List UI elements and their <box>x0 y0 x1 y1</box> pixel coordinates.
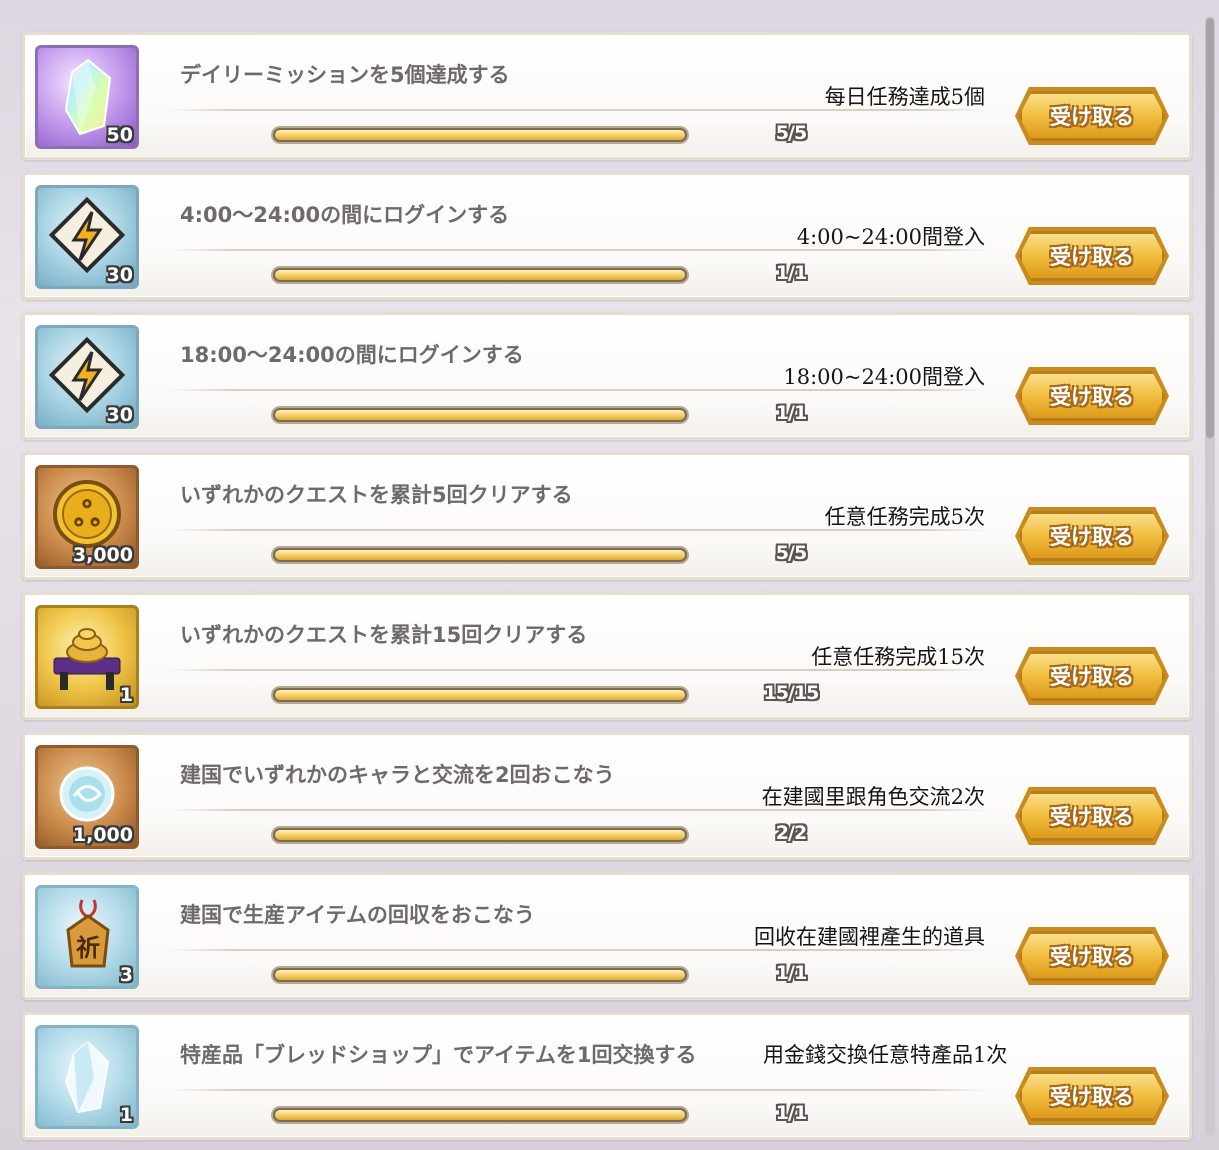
mission-row: 30 18:00〜24:00の間にログインする 18:00~24:00間登入 1… <box>22 312 1192 440</box>
mission-row: ஃ 3,000 いずれかのクエストを累計5回クリアする 任意任務完成5次 5/5… <box>22 452 1192 580</box>
mission-title: 4:00〜24:00の間にログインする <box>180 203 510 227</box>
mission-row: 1,000 建国でいずれかのキャラと交流を2回おこなう 在建國里跟角色交流2次 … <box>22 732 1192 860</box>
mission-title: いずれかのクエストを累計15回クリアする <box>180 623 588 647</box>
progress-bar-fill <box>275 410 685 420</box>
claim-button[interactable]: 受け取る <box>1019 931 1165 981</box>
svg-text:祈: 祈 <box>76 933 100 962</box>
mission-translation: 18:00~24:00間登入 <box>783 365 985 389</box>
mission-row: 祈 3 建国で生産アイテムの回収をおこなう 回收在建國裡產生的道具 1/1 受け… <box>22 872 1192 1000</box>
progress-bar-fill <box>275 550 685 560</box>
svg-text:ஃ: ஃ <box>74 495 101 535</box>
claim-button[interactable]: 受け取る <box>1019 511 1165 561</box>
mission-title: 建国でいずれかのキャラと交流を2回おこなう <box>180 763 615 787</box>
mission-row: 1 いずれかのクエストを累計15回クリアする 任意任務完成15次 15/15 受… <box>22 592 1192 720</box>
progress-bar <box>271 966 689 984</box>
reward-icon-frame: 30 <box>35 185 139 289</box>
progress-bar <box>271 546 689 564</box>
mission-translation: 4:00~24:00間登入 <box>796 225 985 249</box>
progress-count: 1/1 <box>775 962 807 984</box>
mission-title: 建国で生産アイテムの回収をおこなう <box>180 903 535 927</box>
claim-button[interactable]: 受け取る <box>1019 231 1165 281</box>
mission-row: 1 特産品「ブレッドショップ」でアイテムを1回交換する 用金錢交換任意特產品1次… <box>22 1012 1192 1140</box>
progress-bar-fill <box>275 1110 685 1120</box>
claim-button[interactable]: 受け取る <box>1019 371 1165 421</box>
progress-bar-fill <box>275 830 685 840</box>
reward-icon-frame: 祈 3 <box>35 885 139 989</box>
progress-count: 5/5 <box>775 122 807 144</box>
claim-button[interactable]: 受け取る <box>1019 91 1165 141</box>
reward-quantity: 3 <box>119 964 133 986</box>
progress-bar-fill <box>275 970 685 980</box>
progress-count: 1/1 <box>775 1102 807 1124</box>
mission-translation: 每日任務達成5個 <box>824 85 985 109</box>
divider <box>169 249 987 251</box>
scrollbar[interactable] <box>1205 16 1215 1136</box>
mission-translation: 用金錢交換任意特產品1次 <box>763 1043 1008 1067</box>
mission-row: 50 デイリーミッションを5個達成する 每日任務達成5個 5/5 受け取る <box>22 32 1192 160</box>
divider <box>169 1089 987 1091</box>
progress-bar-fill <box>275 270 685 280</box>
divider <box>169 389 987 391</box>
claim-button[interactable]: 受け取る <box>1019 1071 1165 1121</box>
progress-count: 1/1 <box>775 402 807 424</box>
progress-bar-fill <box>275 690 685 700</box>
mission-translation: 在建國里跟角色交流2次 <box>761 785 985 809</box>
mission-title: 18:00〜24:00の間にログインする <box>180 343 524 367</box>
progress-bar <box>271 1106 689 1124</box>
reward-quantity: 1 <box>119 684 133 706</box>
divider <box>169 809 987 811</box>
reward-icon-frame: 50 <box>35 45 139 149</box>
mission-translation: 回收在建國裡產生的道具 <box>754 925 985 949</box>
mission-list: 50 デイリーミッションを5個達成する 每日任務達成5個 5/5 受け取る 30… <box>22 32 1192 1140</box>
progress-count: 5/5 <box>775 542 807 564</box>
progress-bar <box>271 126 689 144</box>
progress-bar-fill <box>275 130 685 140</box>
divider <box>169 529 987 531</box>
mission-row: 30 4:00〜24:00の間にログインする 4:00~24:00間登入 1/1… <box>22 172 1192 300</box>
reward-icon-frame: 1,000 <box>35 745 139 849</box>
progress-bar <box>271 266 689 284</box>
reward-icon-frame: 1 <box>35 605 139 709</box>
mission-title: いずれかのクエストを累計5回クリアする <box>180 483 573 507</box>
divider <box>169 669 987 671</box>
mission-title: 特産品「ブレッドショップ」でアイテムを1回交換する <box>180 1043 697 1067</box>
reward-quantity: 3,000 <box>72 544 133 566</box>
progress-count: 1/1 <box>775 262 807 284</box>
claim-button[interactable]: 受け取る <box>1019 651 1165 701</box>
progress-count: 15/15 <box>763 682 820 704</box>
reward-icon-frame: 30 <box>35 325 139 429</box>
mission-translation: 任意任務完成15次 <box>811 645 985 669</box>
divider <box>169 109 987 111</box>
reward-quantity: 50 <box>106 124 133 146</box>
reward-quantity: 30 <box>106 404 133 426</box>
claim-button[interactable]: 受け取る <box>1019 791 1165 841</box>
mission-title: デイリーミッションを5個達成する <box>180 63 510 87</box>
reward-icon-frame: 1 <box>35 1025 139 1129</box>
reward-quantity: 30 <box>106 264 133 286</box>
progress-bar <box>271 826 689 844</box>
progress-bar <box>271 686 689 704</box>
mission-translation: 任意任務完成5次 <box>824 505 985 529</box>
progress-bar <box>271 406 689 424</box>
scrollbar-thumb[interactable] <box>1206 18 1214 438</box>
divider <box>169 949 987 951</box>
reward-quantity: 1,000 <box>72 824 133 846</box>
reward-quantity: 1 <box>119 1104 133 1126</box>
progress-count: 2/2 <box>775 822 807 844</box>
reward-icon-frame: ஃ 3,000 <box>35 465 139 569</box>
